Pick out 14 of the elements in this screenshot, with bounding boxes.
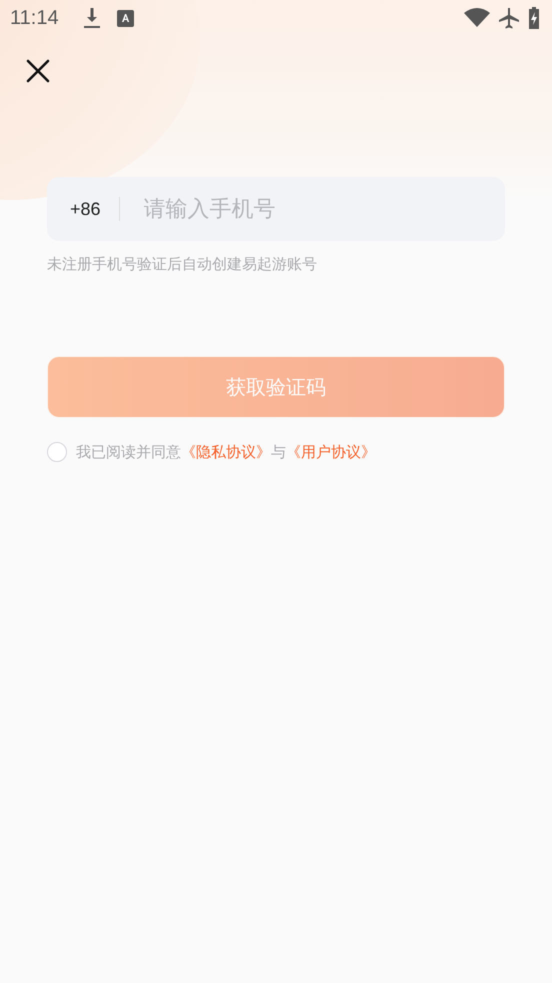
privacy-link[interactable]: 《隐私协议》 (181, 442, 271, 460)
agreement-text: 我已阅读并同意《隐私协议》与《用户协议》 (76, 442, 376, 462)
download-icon (82, 7, 101, 29)
hint-text: 未注册手机号验证后自动创建易起游账号 (47, 254, 318, 275)
close-button[interactable] (26, 58, 50, 82)
agree-radio[interactable] (47, 442, 67, 462)
phone-input-field[interactable]: +86 请输入手机号 (47, 177, 505, 241)
country-code[interactable]: +86 (70, 196, 101, 222)
status-time: 11:14 (10, 6, 59, 31)
keyboard-a-icon (116, 10, 134, 26)
wifi-icon (464, 8, 490, 28)
airplane-icon (498, 7, 520, 29)
battery-charging-icon (528, 7, 540, 29)
terms-link[interactable]: 《用户协议》 (286, 442, 376, 460)
